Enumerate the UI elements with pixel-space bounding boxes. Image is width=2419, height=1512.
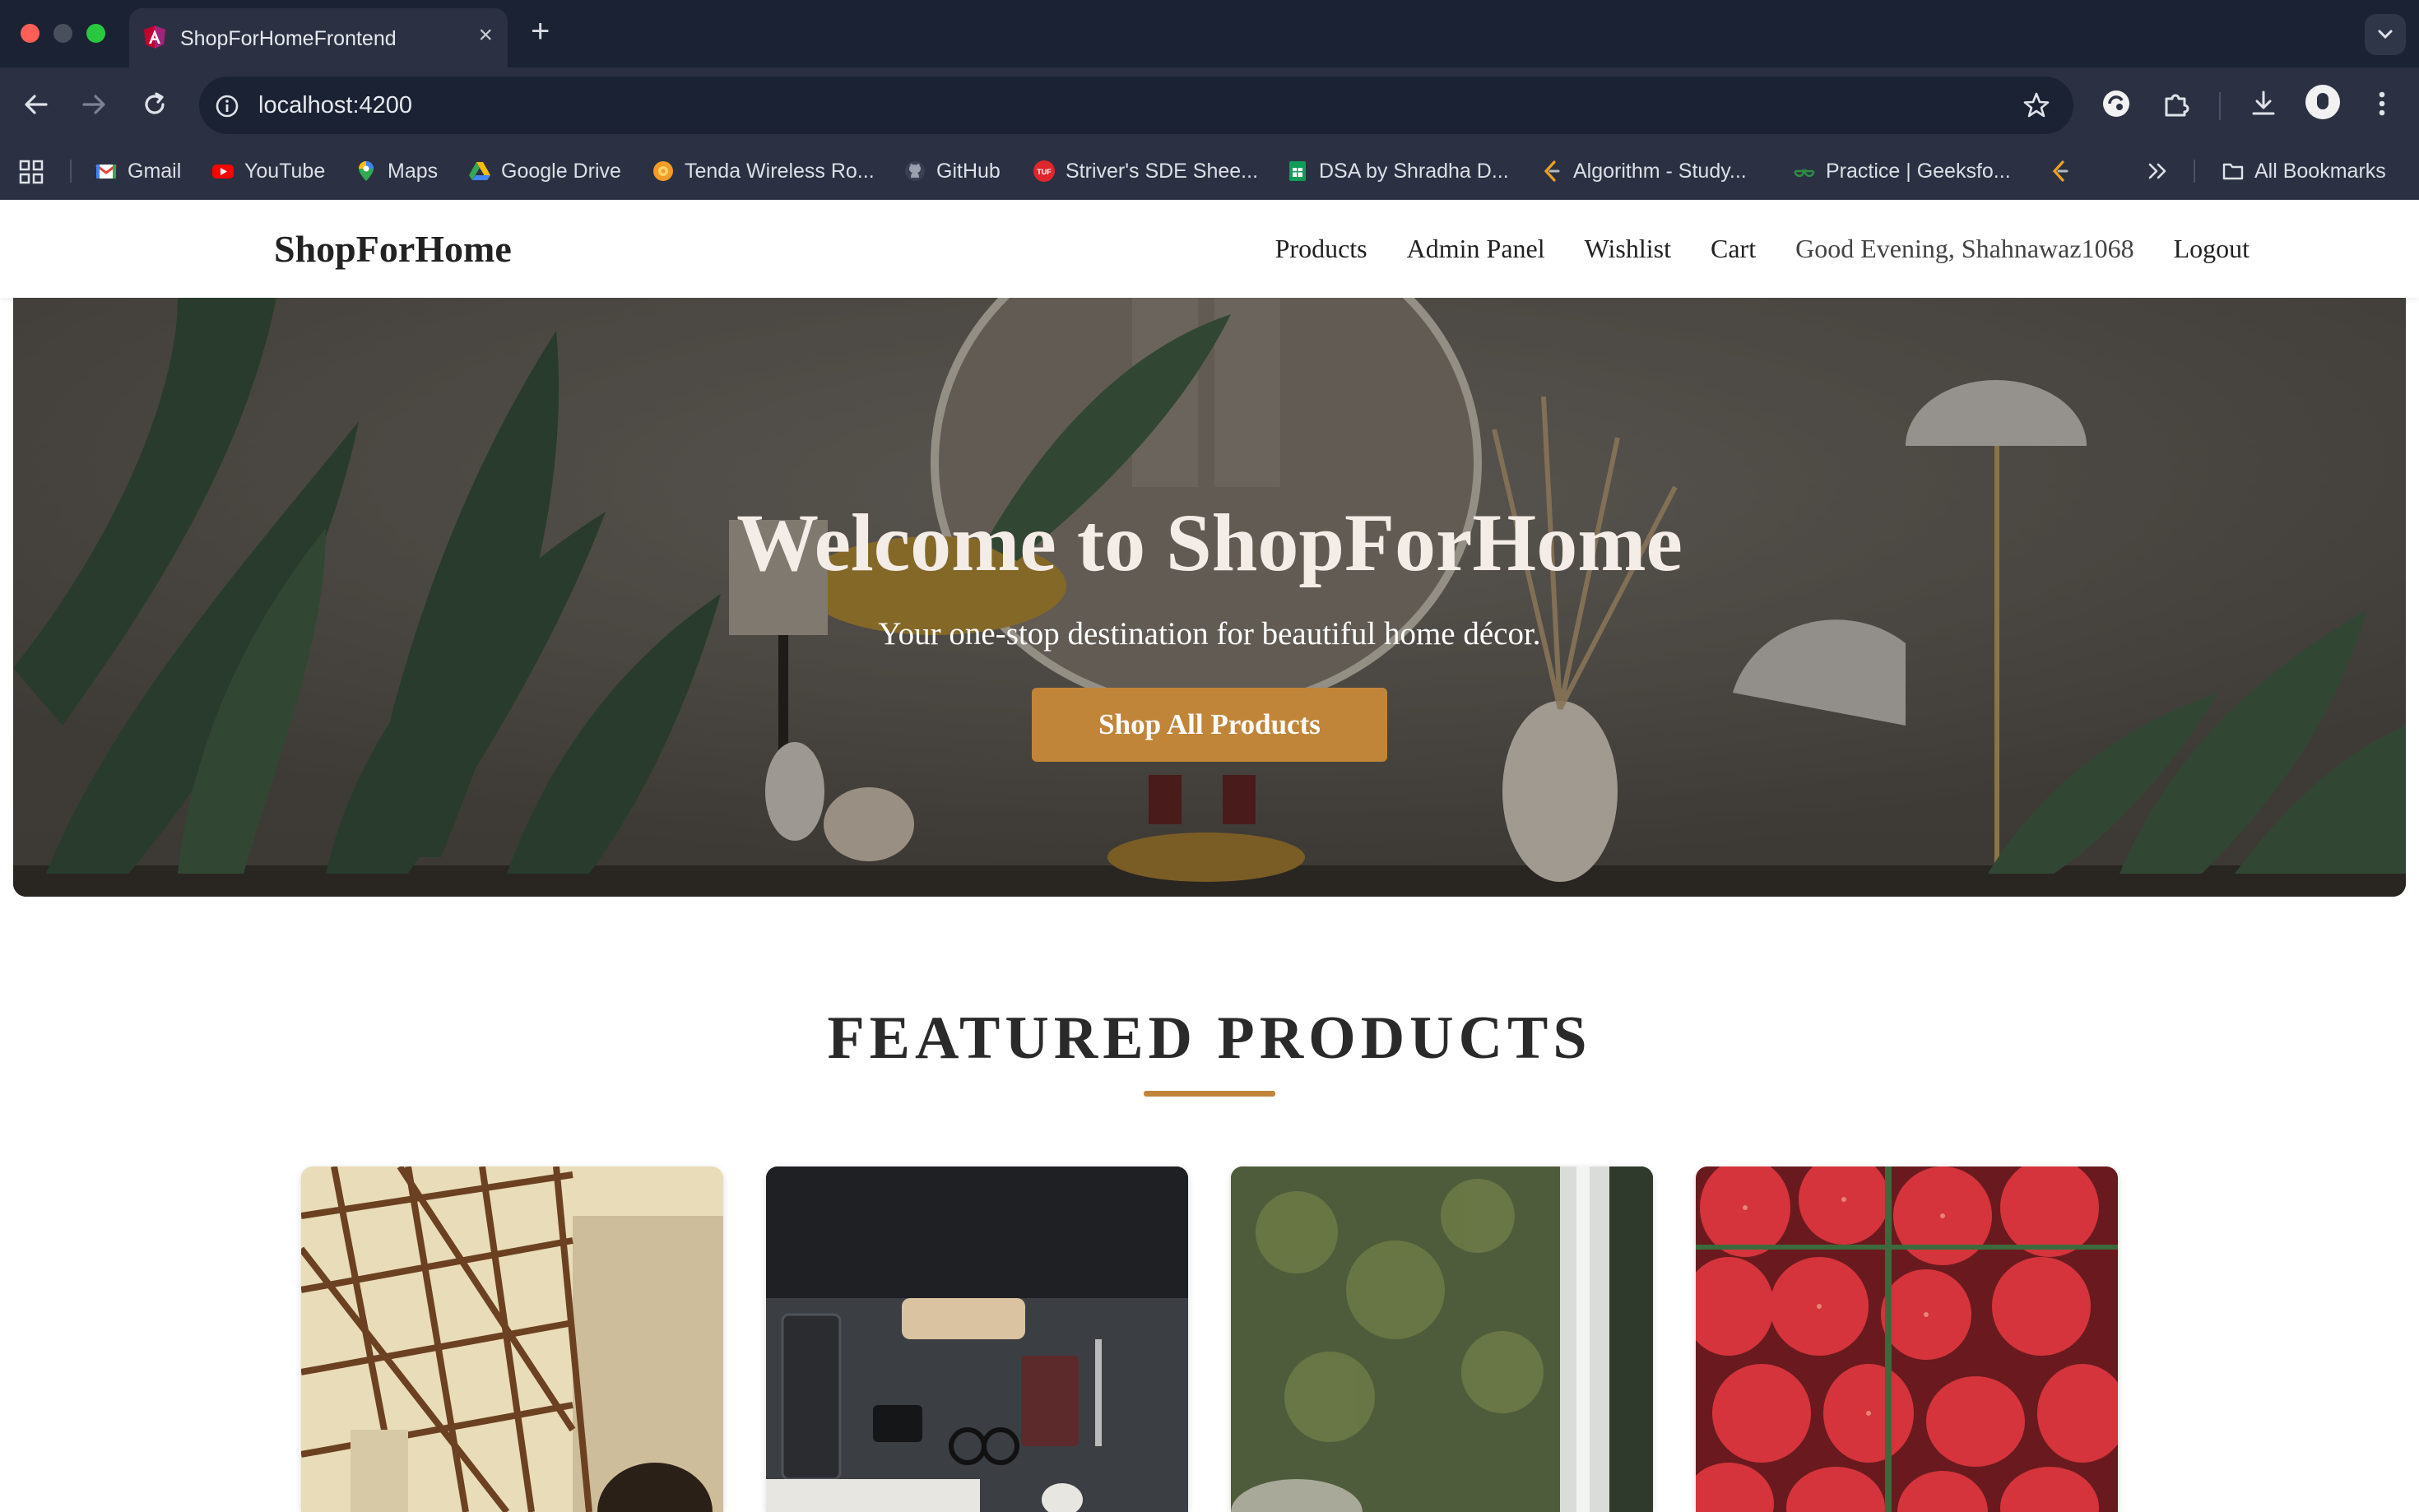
all-bookmarks-button[interactable]: All Bookmarks <box>2222 158 2386 184</box>
toolbar-divider <box>2219 92 2221 120</box>
bookmarks-divider <box>70 160 72 183</box>
menu-dots-icon[interactable] <box>2370 87 2394 120</box>
user-greeting: Good Evening, Shahnawaz1068 <box>1795 234 2134 263</box>
google-drive-icon <box>469 162 490 180</box>
nav-cart-link[interactable]: Cart <box>1711 234 1756 264</box>
sheets-icon <box>1289 161 1306 181</box>
product-card[interactable] <box>1231 1166 1653 1512</box>
tenda-icon <box>653 161 673 181</box>
product-card[interactable] <box>766 1166 1188 1512</box>
close-tab-icon[interactable]: × <box>478 23 493 48</box>
hero-banner: Welcome to ShopForHome Your one-stop des… <box>13 298 2406 897</box>
bookmark-google-drive[interactable]: Google Drive <box>468 158 621 184</box>
minimize-window-button[interactable] <box>53 24 72 43</box>
tuf-icon: TUF <box>1033 160 1055 182</box>
nav-admin-panel-link[interactable]: Admin Panel <box>1407 234 1545 264</box>
product-image <box>1696 1166 2118 1512</box>
url-text: localhost:4200 <box>258 92 413 118</box>
bookmark-star-icon[interactable] <box>2022 91 2050 119</box>
shop-all-products-button[interactable]: Shop All Products <box>1032 688 1387 762</box>
forward-arrow-icon[interactable] <box>79 90 109 119</box>
download-icon[interactable] <box>2247 87 2280 120</box>
product-image <box>301 1166 723 1512</box>
puzzle-icon[interactable] <box>2160 87 2193 120</box>
browser-tab-active[interactable]: ShopForHomeFrontend × <box>129 8 508 67</box>
leetcode-icon[interactable] <box>2049 160 2072 183</box>
site-info-icon[interactable] <box>214 93 240 119</box>
site-navbar: ShopForHome Products Admin Panel Wishlis… <box>0 201 2419 298</box>
bookmark-maps[interactable]: Maps <box>355 158 438 184</box>
gfg-icon <box>1794 169 1815 178</box>
apps-grid-icon[interactable] <box>18 159 44 185</box>
tab-title: ShopForHomeFrontend <box>180 27 397 50</box>
angular-icon <box>144 26 165 49</box>
nav-products-link[interactable]: Products <box>1275 234 1367 264</box>
bookmark-gmail[interactable]: Gmail <box>95 158 181 184</box>
nav-logout-link[interactable]: Logout <box>2174 234 2250 264</box>
nav-wishlist-link[interactable]: Wishlist <box>1585 234 1671 264</box>
new-tab-button[interactable]: + <box>531 15 550 48</box>
reload-icon[interactable] <box>140 90 169 119</box>
folder-icon <box>2222 163 2244 180</box>
nav-links: Products Admin Panel Wishlist Cart Good … <box>1275 234 2250 264</box>
bookmark-github[interactable]: GitHub <box>903 158 1001 184</box>
close-window-button[interactable] <box>21 24 39 43</box>
address-bar[interactable]: localhost:4200 <box>199 77 2073 134</box>
bookmark-geeksforgeeks[interactable]: Practice | Geeksfo... <box>1793 158 2011 184</box>
profile-avatar[interactable] <box>2305 85 2340 119</box>
github-icon <box>905 161 925 181</box>
bookmark-dsa-sheet[interactable]: DSA by Shradha D... <box>1286 158 1509 184</box>
bookmark-striver[interactable]: TUF Striver's SDE Shee... <box>1033 158 1258 184</box>
maximize-window-button[interactable] <box>86 24 105 43</box>
product-image <box>1231 1166 1653 1512</box>
featured-products-heading: FEATURED PRODUCTS <box>827 1004 1592 1072</box>
maps-icon <box>359 161 374 181</box>
bookmarks-divider <box>2194 160 2195 183</box>
more-bookmarks-icon[interactable] <box>2146 160 2171 182</box>
web-page: ShopForHome Products Admin Panel Wishlis… <box>0 201 2419 1512</box>
hero-title: Welcome to ShopForHome <box>736 497 1683 588</box>
svg-text:TUF: TUF <box>1037 168 1052 176</box>
heading-underline <box>1144 1091 1275 1097</box>
bookmarks-bar: Gmail YouTube Maps Google Drive Tenda Wi… <box>0 142 2419 200</box>
product-card[interactable] <box>1696 1166 2118 1512</box>
extension-icon[interactable] <box>2100 87 2133 120</box>
hero-overlay <box>13 298 2406 897</box>
bookmark-youtube[interactable]: YouTube <box>211 158 325 184</box>
site-brand[interactable]: ShopForHome <box>274 227 512 271</box>
bookmark-algorithm-study[interactable]: Algorithm - Study... <box>1540 158 1747 184</box>
product-card[interactable] <box>301 1166 723 1512</box>
youtube-icon <box>212 165 234 179</box>
leetcode-icon <box>1544 160 1560 182</box>
back-arrow-icon[interactable] <box>21 90 51 119</box>
bookmark-tenda[interactable]: Tenda Wireless Ro... <box>652 158 875 184</box>
hero-subtitle: Your one-stop destination for beautiful … <box>878 616 1541 652</box>
product-image <box>766 1166 1188 1512</box>
browser-toolbar: localhost:4200 <box>0 67 2419 142</box>
gmail-icon <box>95 164 117 179</box>
browser-tab-bar: ShopForHomeFrontend × + <box>0 0 2419 67</box>
chevron-down-icon <box>2378 30 2393 39</box>
tab-search-button[interactable] <box>2365 14 2406 55</box>
